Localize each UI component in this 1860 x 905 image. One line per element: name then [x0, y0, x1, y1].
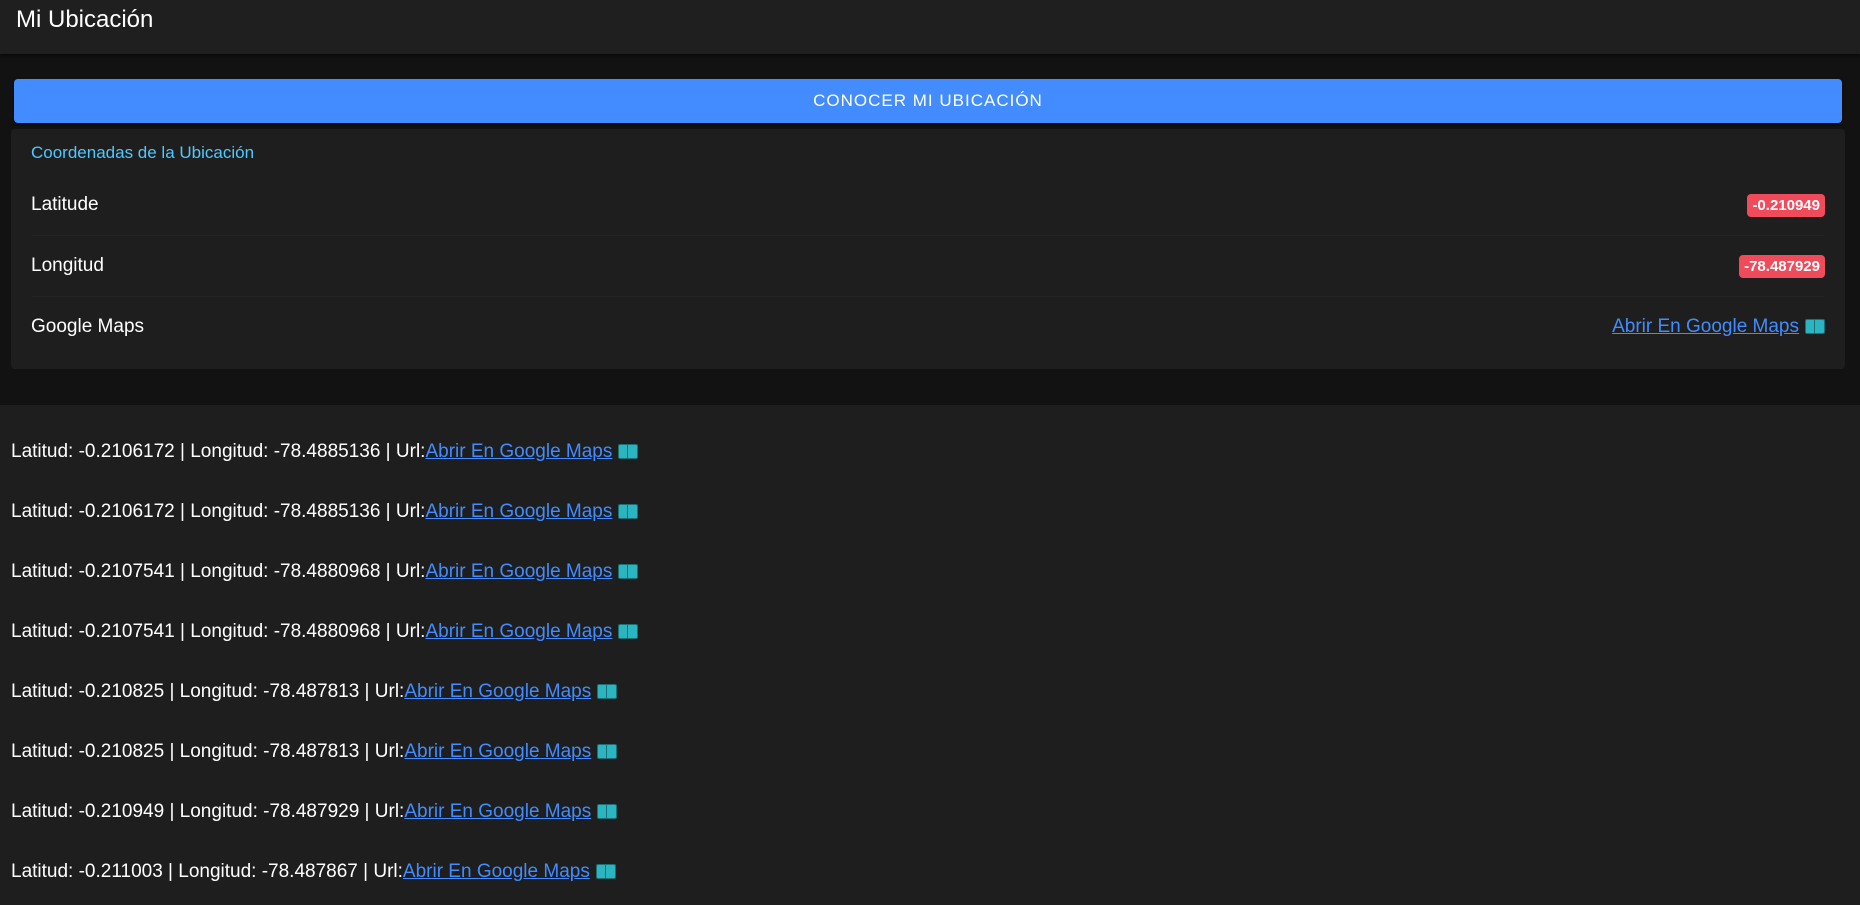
history-map-link-text: Abrir En Google Maps — [425, 561, 613, 582]
history-map-link-text: Abrir En Google Maps — [402, 861, 590, 882]
history-item-text: Latitud: -0.2107541 | Longitud: -78.4880… — [11, 561, 426, 582]
google-maps-label: Google Maps — [31, 316, 145, 337]
open-book-icon — [618, 564, 639, 579]
app-header: Mi Ubicación — [0, 0, 1860, 54]
history-map-link-text: Abrir En Google Maps — [425, 621, 613, 642]
history-item-text: Latitud: -0.210825 | Longitud: -78.48781… — [11, 681, 405, 702]
history-map-link[interactable]: Abrir En Google Maps — [404, 681, 618, 703]
history-map-link-text: Abrir En Google Maps — [425, 501, 613, 522]
history-item: Latitud: -0.2106172 | Longitud: -78.4885… — [11, 422, 1849, 482]
history-map-link-text: Abrir En Google Maps — [404, 741, 592, 762]
history-map-link[interactable]: Abrir En Google Maps — [404, 801, 618, 823]
history-item-text: Latitud: -0.2107541 | Longitud: -78.4880… — [11, 621, 426, 642]
history-item: Latitud: -0.211003 | Longitud: -78.48786… — [11, 842, 1849, 902]
history-map-link-text: Abrir En Google Maps — [404, 681, 592, 702]
main-content: CONOCER MI UBICACIÓN Coordenadas de la U… — [0, 53, 1860, 405]
history-item-text: Latitud: -0.2106172 | Longitud: -78.4885… — [11, 501, 426, 522]
history-map-link-text: Abrir En Google Maps — [425, 441, 613, 462]
open-google-maps-link[interactable]: Abrir En Google Maps — [1612, 316, 1825, 338]
history-item: Latitud: -0.2107541 | Longitud: -78.4880… — [11, 602, 1849, 662]
open-book-icon — [618, 624, 639, 639]
latitude-badge: -0.210949 — [1747, 193, 1825, 217]
history-item-text: Latitud: -0.210949 | Longitud: -78.48792… — [11, 801, 405, 822]
google-maps-row: Google Maps Abrir En Google Maps — [31, 297, 1825, 357]
open-book-icon — [618, 444, 639, 459]
open-book-icon — [597, 804, 618, 819]
history-map-link[interactable]: Abrir En Google Maps — [425, 561, 639, 583]
history-item: Latitud: -0.210949 | Longitud: -78.48792… — [11, 782, 1849, 842]
history-map-link[interactable]: Abrir En Google Maps — [403, 861, 616, 883]
card-subtitle: Coordenadas de la Ubicación — [31, 143, 255, 162]
open-google-maps-link-text: Abrir En Google Maps — [1612, 316, 1799, 337]
locate-me-button[interactable]: CONOCER MI UBICACIÓN — [14, 79, 1842, 123]
history-item-text: Latitud: -0.211003 | Longitud: -78.48786… — [11, 861, 403, 882]
open-book-icon — [597, 684, 618, 699]
longitude-label: Longitud — [31, 255, 104, 276]
page-title: Mi Ubicación — [16, 6, 154, 33]
history-item: Latitud: -0.2106172 | Longitud: -78.4885… — [11, 482, 1849, 542]
history-item: Latitud: -0.2107541 | Longitud: -78.4880… — [11, 542, 1849, 602]
history-map-link[interactable]: Abrir En Google Maps — [425, 621, 639, 643]
open-book-icon — [595, 864, 616, 879]
history-map-link[interactable]: Abrir En Google Maps — [404, 741, 618, 763]
latitude-label: Latitude — [31, 194, 99, 215]
history-item-text: Latitud: -0.210825 | Longitud: -78.48781… — [11, 741, 405, 762]
history-item-text: Latitud: -0.2106172 | Longitud: -78.4885… — [11, 441, 426, 462]
history-map-link[interactable]: Abrir En Google Maps — [425, 441, 639, 463]
location-card: Coordenadas de la Ubicación Latitude -0.… — [11, 129, 1845, 369]
open-book-icon — [1805, 319, 1825, 334]
latitude-row: Latitude -0.210949 — [31, 175, 1825, 236]
longitude-badge: -78.487929 — [1739, 254, 1825, 278]
history-map-link-text: Abrir En Google Maps — [404, 801, 592, 822]
open-book-icon — [597, 744, 618, 759]
history-item: Latitud: -0.210825 | Longitud: -78.48781… — [11, 662, 1849, 722]
open-book-icon — [618, 504, 639, 519]
history-item: Latitud: -0.210825 | Longitud: -78.48781… — [11, 722, 1849, 782]
longitude-row: Longitud -78.487929 — [31, 236, 1825, 297]
history-map-link[interactable]: Abrir En Google Maps — [425, 501, 639, 523]
location-history: Latitud: -0.2106172 | Longitud: -78.4885… — [0, 422, 1860, 902]
